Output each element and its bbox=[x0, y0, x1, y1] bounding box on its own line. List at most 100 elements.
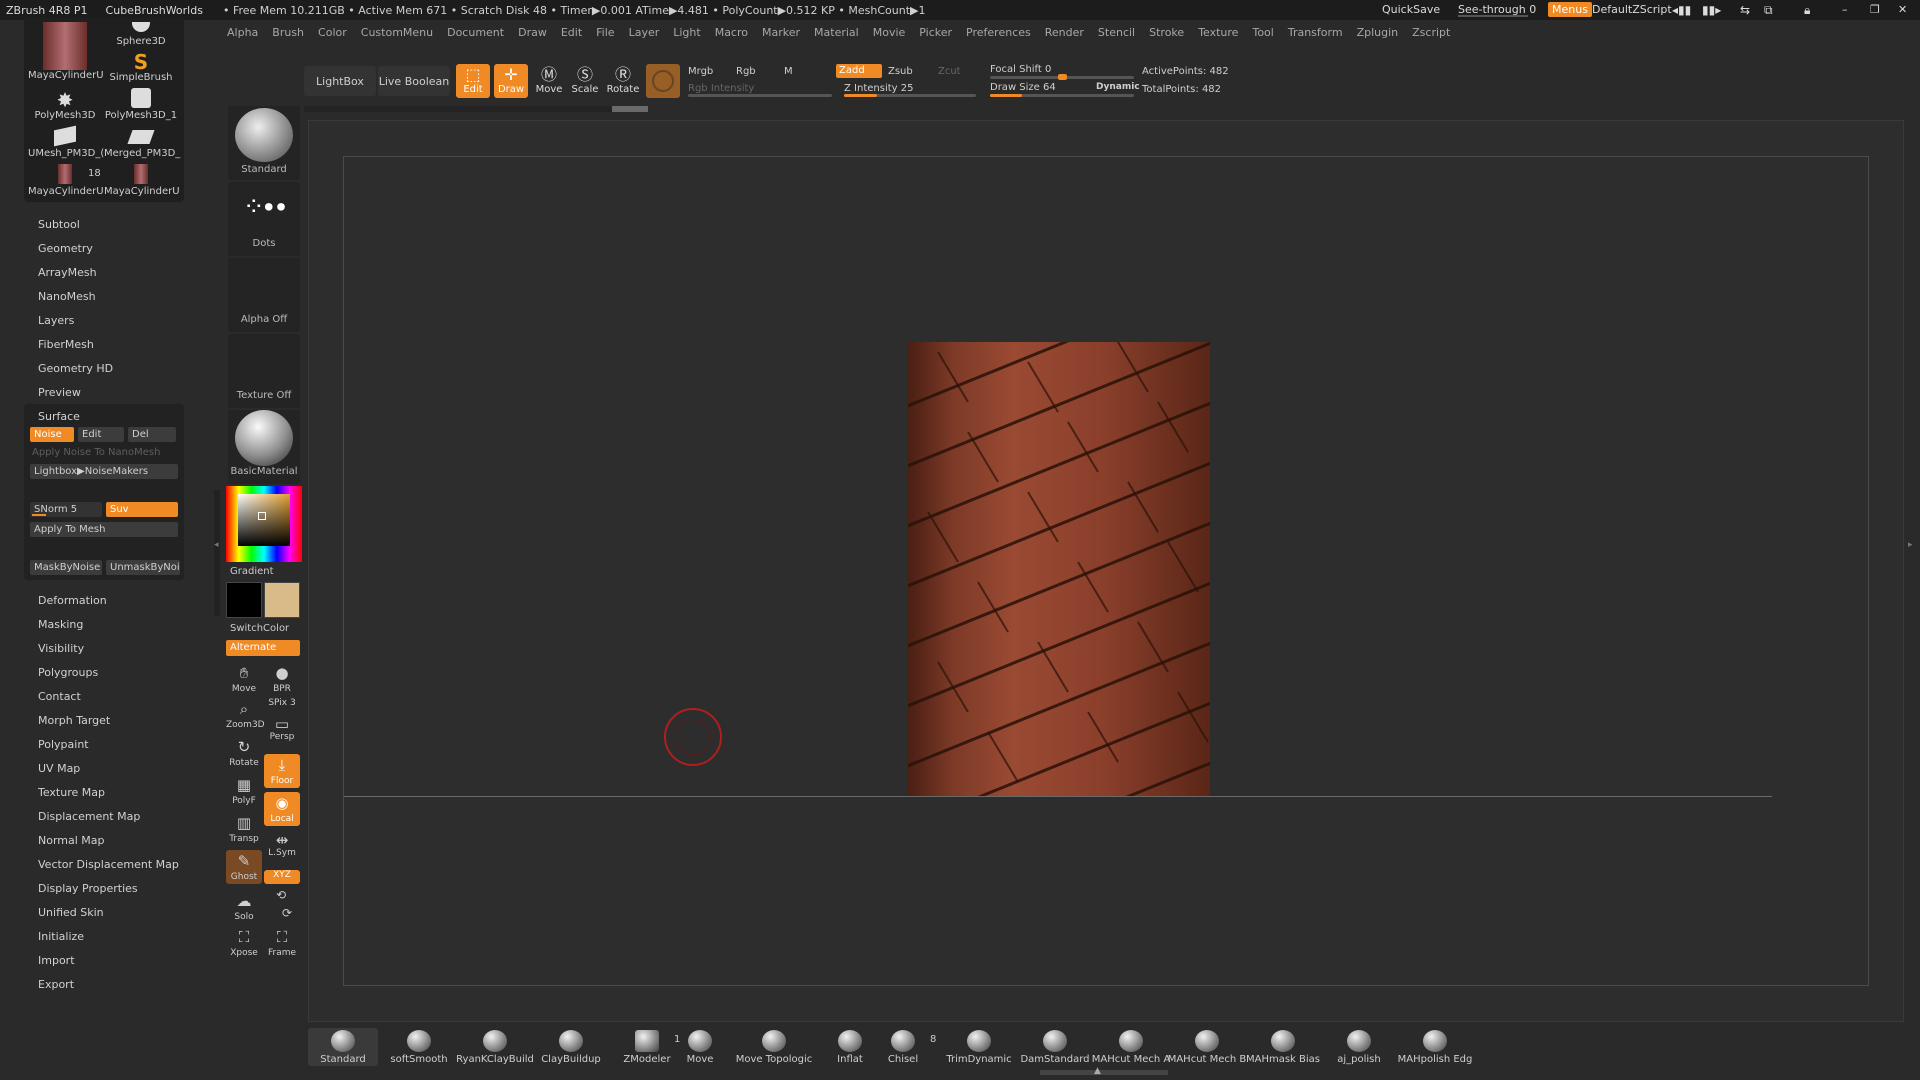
color-picker[interactable] bbox=[226, 486, 302, 562]
menu-movie[interactable]: Movie bbox=[866, 26, 913, 39]
secondary-color-swatch[interactable] bbox=[226, 582, 262, 618]
minimize-icon[interactable]: – bbox=[1842, 3, 1848, 16]
menu-masking[interactable]: Masking bbox=[38, 618, 83, 631]
menu-surface[interactable]: Surface bbox=[38, 410, 80, 423]
switchcolor-button[interactable]: SwitchColor bbox=[230, 623, 289, 634]
left-tray-arrow-icon[interactable]: ◂ bbox=[214, 540, 219, 550]
menu-morph-target[interactable]: Morph Target bbox=[38, 714, 110, 727]
menu-file[interactable]: File bbox=[589, 26, 621, 39]
subtool-thumb[interactable]: MayaCylinderU bbox=[104, 164, 180, 200]
polyf-button[interactable]: ▦ PolyF bbox=[226, 774, 262, 808]
xyz-button[interactable]: XYZ bbox=[264, 870, 300, 884]
menu-custommenu[interactable]: CustomMenu bbox=[354, 26, 440, 39]
z-intensity-slider[interactable]: Z Intensity 25 bbox=[844, 83, 913, 94]
dynamic-toggle[interactable]: Dynamic bbox=[1096, 82, 1140, 92]
spix-slider[interactable]: SPix 3 bbox=[264, 698, 300, 714]
edit-mode-button[interactable]: ⬚ Edit bbox=[456, 64, 490, 98]
menu-arraymesh[interactable]: ArrayMesh bbox=[38, 266, 97, 279]
rgb-intensity-slider[interactable]: Rgb Intensity bbox=[688, 83, 754, 94]
alpha-selector[interactable]: Alpha Off bbox=[228, 258, 300, 332]
menu-picker[interactable]: Picker bbox=[912, 26, 959, 39]
menu-vector-displacement-map[interactable]: Vector Displacement Map bbox=[38, 858, 179, 871]
menu-transform[interactable]: Transform bbox=[1281, 26, 1350, 39]
menu-preferences[interactable]: Preferences bbox=[959, 26, 1038, 39]
rgb-toggle[interactable]: Rgb bbox=[736, 66, 756, 77]
menu-deformation[interactable]: Deformation bbox=[38, 594, 107, 607]
close-icon[interactable]: ✕ bbox=[1898, 3, 1907, 16]
frame-button[interactable]: ⛶ Frame bbox=[264, 926, 300, 960]
menu-display-properties[interactable]: Display Properties bbox=[38, 882, 138, 895]
menu-polygroups[interactable]: Polygroups bbox=[38, 666, 98, 679]
zcut-toggle[interactable]: Zcut bbox=[938, 66, 961, 77]
menu-displacement-map[interactable]: Displacement Map bbox=[38, 810, 140, 823]
ui-swap-icon[interactable]: ⇆ bbox=[1740, 3, 1750, 17]
main-color-swatch[interactable] bbox=[264, 582, 300, 618]
live-boolean-button[interactable]: Live Boolean bbox=[378, 66, 450, 96]
shelf-scrollbar[interactable] bbox=[304, 106, 648, 112]
menu-tool[interactable]: Tool bbox=[1245, 26, 1280, 39]
menu-texture-map[interactable]: Texture Map bbox=[38, 786, 105, 799]
menu-import[interactable]: Import bbox=[38, 954, 75, 967]
m-toggle[interactable]: M bbox=[784, 66, 793, 77]
menu-geometry-hd[interactable]: Geometry HD bbox=[38, 362, 113, 375]
subtool-thumb[interactable]: UMesh_PM3D_( bbox=[28, 125, 104, 164]
brick-cylinder-model[interactable] bbox=[908, 342, 1210, 796]
rotate-y-icon[interactable]: ⟲ bbox=[276, 888, 286, 902]
menu-stencil[interactable]: Stencil bbox=[1091, 26, 1142, 39]
bpr-button[interactable]: ● BPR bbox=[264, 662, 300, 696]
material-swatch-button[interactable] bbox=[646, 64, 680, 98]
brush-trimdynamic[interactable]: TrimDynamic bbox=[939, 1030, 1019, 1065]
transp-button[interactable]: ▥ Transp bbox=[226, 812, 262, 846]
brush-selector[interactable]: Standard bbox=[228, 106, 300, 180]
brush-standard[interactable]: Standard bbox=[303, 1030, 383, 1065]
lsym-button[interactable]: ⇹ L.Sym bbox=[264, 832, 300, 860]
stroke-selector[interactable]: ⁘∙∙ Dots bbox=[228, 182, 300, 256]
persp-button[interactable]: ▭ Persp bbox=[264, 716, 300, 746]
suv-toggle[interactable]: Suv bbox=[106, 502, 178, 517]
menu-render[interactable]: Render bbox=[1038, 26, 1091, 39]
apply-to-mesh-button[interactable]: Apply To Mesh bbox=[30, 522, 178, 537]
menu-brush[interactable]: Brush bbox=[265, 26, 311, 39]
bottom-tray-arrow-icon[interactable]: ▲ bbox=[1094, 1066, 1101, 1076]
apply-noise-nanomesh[interactable]: Apply Noise To NanoMesh bbox=[32, 447, 160, 458]
lock-icon[interactable]: 🔒︎ bbox=[1804, 3, 1810, 18]
menu-contact[interactable]: Contact bbox=[38, 690, 81, 703]
ui-layout-icon[interactable]: ⧉ bbox=[1764, 3, 1773, 18]
menu-draw[interactable]: Draw bbox=[511, 26, 554, 39]
draw-mode-button[interactable]: ✛ Draw bbox=[494, 64, 528, 98]
texture-selector[interactable]: Texture Off bbox=[228, 334, 300, 408]
brush-ryankclaybuild[interactable]: RyanKClayBuild bbox=[455, 1030, 535, 1065]
menu-polypaint[interactable]: Polypaint bbox=[38, 738, 89, 751]
menu-texture[interactable]: Texture bbox=[1191, 26, 1245, 39]
menu-color[interactable]: Color bbox=[311, 26, 354, 39]
ghost-button[interactable]: ✎ Ghost bbox=[226, 850, 262, 884]
bottom-shelf-scrollbar[interactable] bbox=[1040, 1070, 1168, 1075]
menu-light[interactable]: Light bbox=[666, 26, 707, 39]
lightbox-button[interactable]: LightBox bbox=[304, 66, 376, 96]
menus-toggle[interactable]: Menus bbox=[1548, 2, 1592, 17]
menu-initialize[interactable]: Initialize bbox=[38, 930, 84, 943]
color-picker-cursor[interactable] bbox=[258, 512, 266, 520]
brush-mahcut-mech-a[interactable]: MAHcut Mech A bbox=[1091, 1030, 1171, 1065]
brush-move[interactable]: Move bbox=[660, 1030, 740, 1065]
brush-mahcut-mech-b[interactable]: MAHcut Mech B bbox=[1167, 1030, 1247, 1065]
menu-layer[interactable]: Layer bbox=[622, 26, 667, 39]
menu-document[interactable]: Document bbox=[440, 26, 511, 39]
brush-mahpolish-edg[interactable]: MAHpolish Edg bbox=[1395, 1030, 1475, 1065]
menu-layers[interactable]: Layers bbox=[38, 314, 74, 327]
solo-button[interactable]: ☁︎ Solo bbox=[226, 890, 262, 924]
subtool-thumb[interactable]: MayaCylinderU bbox=[28, 22, 104, 84]
menu-export[interactable]: Export bbox=[38, 978, 74, 991]
rotate-nav-button[interactable]: ↻ Rotate bbox=[226, 736, 262, 770]
floor-button[interactable]: ⤓ Floor bbox=[264, 754, 300, 788]
maximize-icon[interactable]: ❐ bbox=[1870, 3, 1880, 16]
layout-next-icon[interactable]: ▮▮▸ bbox=[1702, 3, 1721, 17]
move-mode-button[interactable]: Ⓜ Move bbox=[532, 64, 566, 98]
menu-stroke[interactable]: Stroke bbox=[1142, 26, 1191, 39]
menu-visibility[interactable]: Visibility bbox=[38, 642, 84, 655]
mrgb-toggle[interactable]: Mrgb bbox=[688, 66, 713, 77]
draw-size-slider[interactable]: Draw Size 64 bbox=[990, 82, 1056, 93]
brush-move-topologic[interactable]: Move Topologic bbox=[734, 1030, 814, 1065]
menu-uv-map[interactable]: UV Map bbox=[38, 762, 80, 775]
brush-mahmask-bias[interactable]: MAHmask Bias bbox=[1243, 1030, 1323, 1065]
